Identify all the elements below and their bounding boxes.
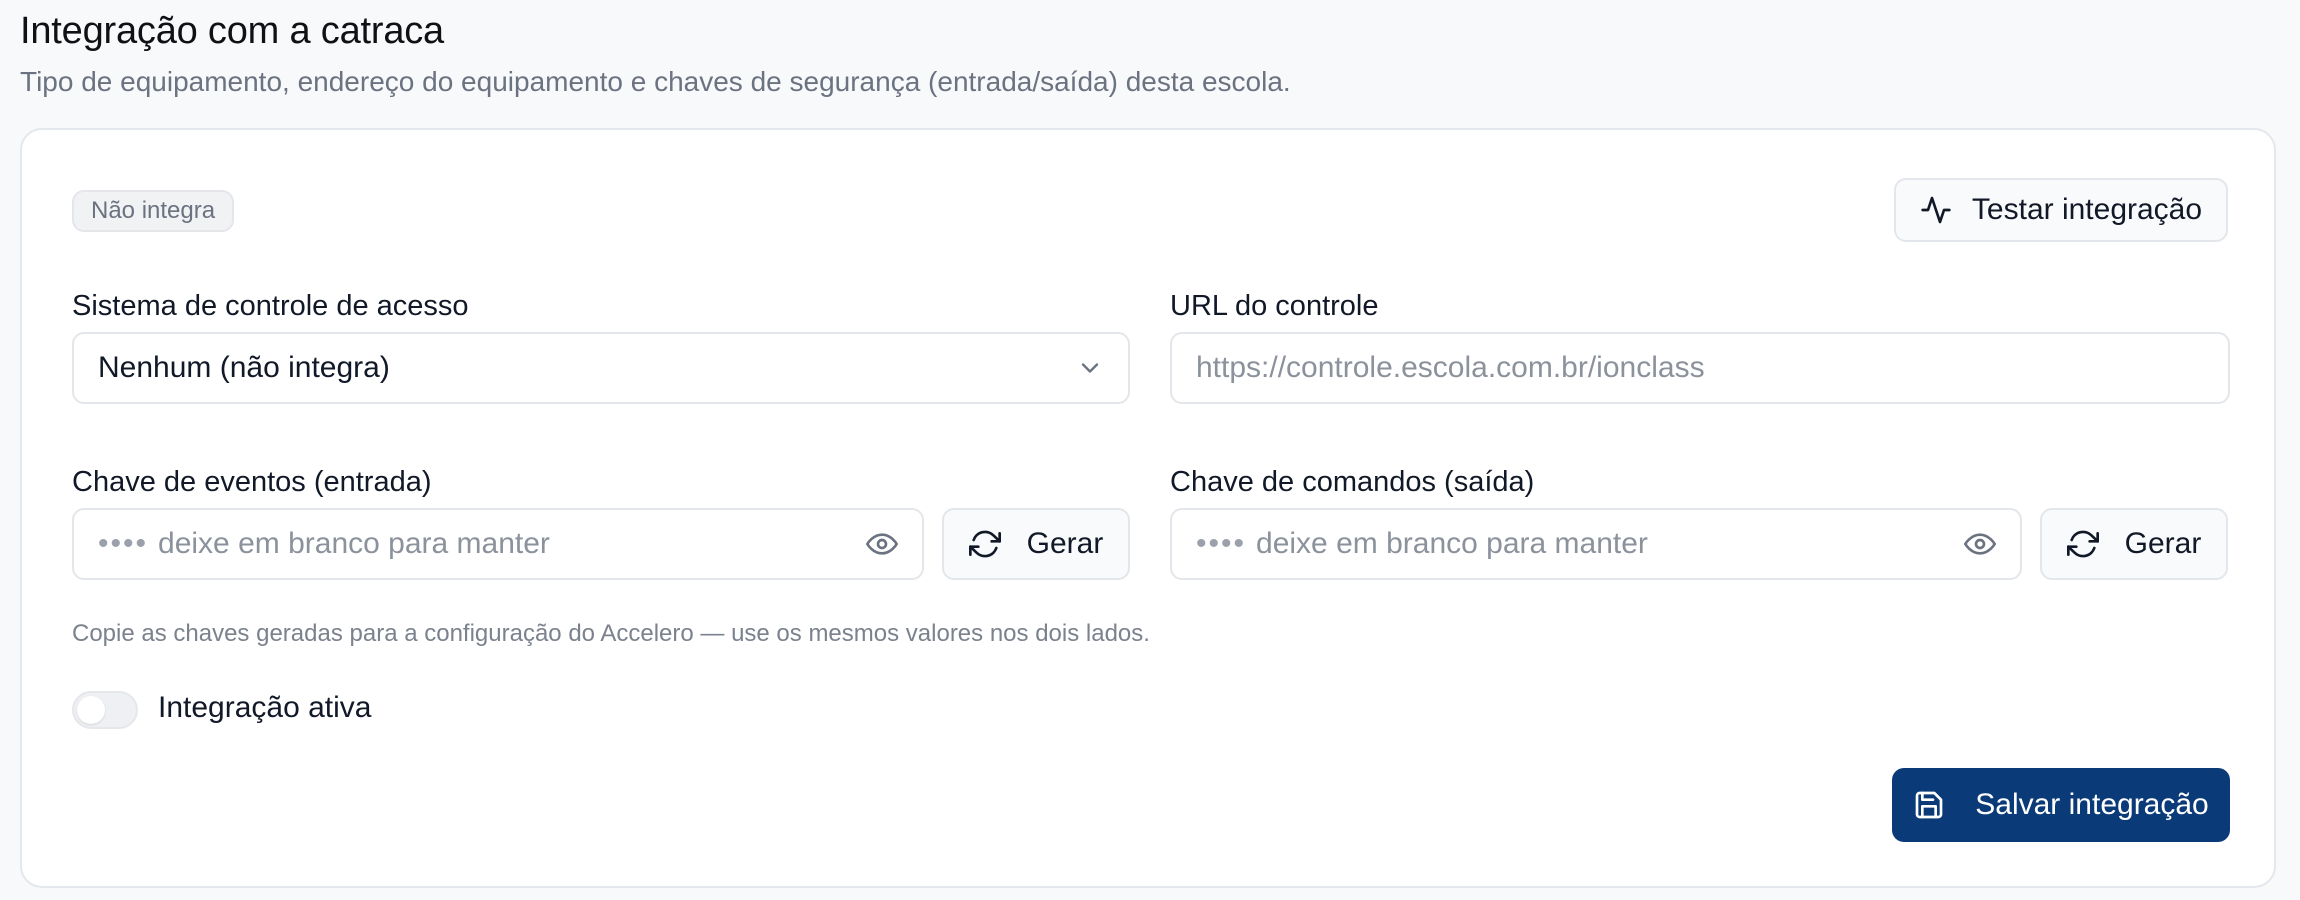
page-title: Integração com a catraca (20, 10, 444, 52)
refresh-icon (2066, 530, 2099, 558)
access-system-label: Sistema de controle de acesso (72, 290, 469, 322)
generate-command-key-button[interactable]: Gerar (2040, 508, 2228, 580)
generate-command-key-label: Gerar (2124, 527, 2202, 560)
activity-icon (1921, 196, 1951, 224)
command-key-label: Chave de comandos (saída) (1170, 466, 1535, 498)
command-key-input[interactable]: •••• deixe em branco para manter (1170, 508, 2022, 580)
page-subtitle: Tipo de equipamento, endereço do equipam… (20, 66, 1291, 97)
keys-hint: Copie as chaves geradas para a configura… (72, 620, 1150, 647)
eye-icon[interactable] (866, 528, 898, 560)
integration-card: Não integra Testar integração Sistema de… (20, 128, 2276, 888)
test-integration-button[interactable]: Testar integração (1894, 178, 2228, 242)
event-key-dots: •••• (98, 527, 149, 560)
generate-event-key-button[interactable]: Gerar (942, 508, 1130, 580)
status-badge: Não integra (72, 190, 235, 232)
access-system-select[interactable]: Nenhum (não integra) (72, 332, 1130, 404)
test-integration-label: Testar integração (1971, 193, 2203, 226)
integration-page: Integração com a catraca Tipo de equipam… (0, 0, 2300, 900)
access-system-value: Nenhum (não integra) (98, 351, 390, 384)
command-key-placeholder: deixe em branco para manter (1256, 527, 1648, 560)
integration-active-label: Integração ativa (158, 691, 372, 724)
url-placeholder: https://controle.escola.com.br/ionclass (1196, 351, 1705, 384)
event-key-label: Chave de eventos (entrada) (72, 466, 432, 498)
event-key-placeholder: deixe em branco para manter (158, 527, 550, 560)
generate-event-key-label: Gerar (1026, 527, 1104, 560)
event-key-input[interactable]: •••• deixe em branco para manter (72, 508, 924, 580)
save-integration-label: Salvar integração (1975, 788, 2209, 821)
save-integration-button[interactable]: Salvar integração (1892, 768, 2230, 842)
toggle-knob (77, 696, 105, 724)
command-key-dots: •••• (1196, 527, 1247, 560)
eye-icon[interactable] (1964, 528, 1996, 560)
chevron-down-icon (1081, 363, 1099, 373)
refresh-icon (968, 530, 1001, 558)
save-icon (1915, 791, 1943, 819)
url-input[interactable]: https://controle.escola.com.br/ionclass (1170, 332, 2230, 404)
url-label: URL do controle (1170, 290, 1379, 322)
integration-active-toggle[interactable] (72, 691, 138, 729)
